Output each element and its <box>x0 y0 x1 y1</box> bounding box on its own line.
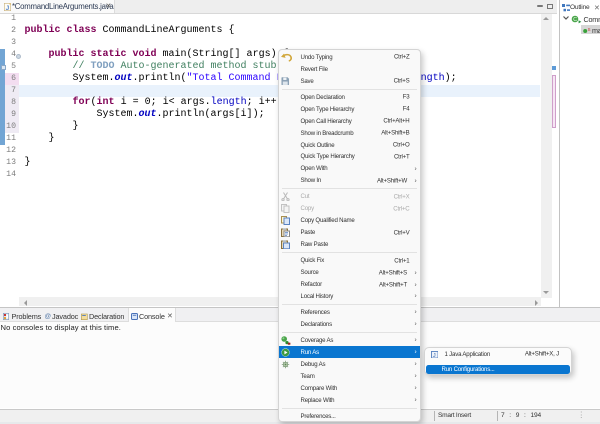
svg-text:S: S <box>587 27 590 32</box>
svg-text:C: C <box>573 17 577 23</box>
svg-text:J: J <box>432 352 435 358</box>
svg-text:J: J <box>6 5 10 11</box>
